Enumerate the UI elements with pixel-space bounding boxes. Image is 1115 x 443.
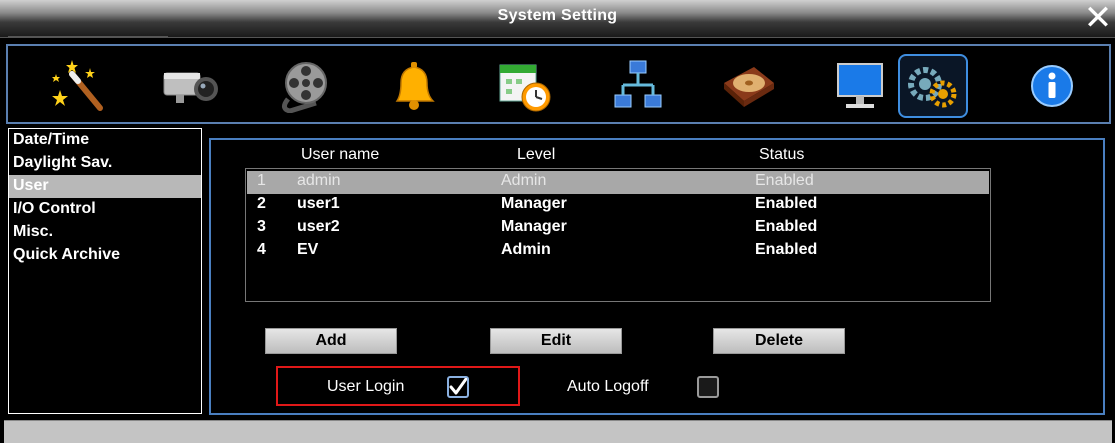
system-settings-icon[interactable] [898, 54, 968, 118]
user-name: user1 [297, 195, 340, 212]
user-row[interactable]: 2 user1 Manager Enabled [247, 194, 989, 217]
sidebar-item-io-control[interactable]: I/O Control [9, 198, 201, 221]
network-icon[interactable] [604, 56, 672, 116]
sidebar-item-date-time[interactable]: Date/Time [9, 129, 201, 152]
window-title: System Setting [497, 7, 618, 24]
column-header-level: Level [517, 146, 556, 163]
sidebar-item-user[interactable]: User [9, 175, 201, 198]
title-bar: System Setting ✕ [0, 0, 1115, 38]
user-name: admin [297, 172, 341, 189]
delete-user-button[interactable]: Delete [713, 328, 845, 354]
user-row[interactable]: 3 user2 Manager Enabled [247, 217, 989, 240]
user-number: 4 [257, 241, 266, 258]
user-status: Enabled [755, 218, 818, 235]
sidebar-item-daylight-saving[interactable]: Daylight Sav. [9, 152, 201, 175]
close-icon[interactable]: ✕ [1081, 0, 1115, 38]
add-user-button[interactable]: Add [265, 328, 397, 354]
magic-wand-icon[interactable] [44, 56, 112, 116]
schedule-icon[interactable] [492, 56, 560, 116]
user-login-label: User Login [327, 378, 405, 395]
info-icon[interactable] [1018, 56, 1086, 116]
column-header-status: Status [759, 146, 805, 163]
user-level: Manager [501, 218, 567, 235]
user-settings-panel: User name Level Status 1 admin Admin Ena… [209, 138, 1105, 415]
monitor-icon[interactable] [826, 56, 894, 116]
film-reel-icon[interactable] [270, 56, 338, 116]
user-row[interactable]: 4 EV Admin Enabled [247, 240, 989, 263]
user-level: Manager [501, 195, 567, 212]
user-status: Enabled [755, 241, 818, 258]
user-number: 3 [257, 218, 266, 235]
title-bar-accent [8, 36, 168, 38]
checkmark-icon [449, 377, 468, 395]
settings-sidebar: Date/Time Daylight Sav. User I/O Control… [8, 128, 202, 414]
auto-logoff-checkbox[interactable] [697, 376, 719, 398]
sidebar-item-quick-archive[interactable]: Quick Archive [9, 244, 201, 267]
edit-user-button[interactable]: Edit [490, 328, 622, 354]
user-name: EV [297, 241, 319, 258]
status-bar [4, 420, 1112, 443]
user-row[interactable]: 1 admin Admin Enabled [247, 171, 989, 194]
category-toolbar [6, 44, 1111, 124]
user-list[interactable]: 1 admin Admin Enabled 2 user1 Manager En… [245, 168, 991, 302]
user-name: user2 [297, 218, 340, 235]
user-level: Admin [501, 172, 547, 189]
column-header-user-name: User name [301, 146, 380, 163]
bell-icon[interactable] [380, 56, 448, 116]
user-login-checkbox[interactable] [447, 376, 469, 398]
auto-logoff-label: Auto Logoff [567, 378, 649, 395]
user-number: 2 [257, 195, 266, 212]
user-status: Enabled [755, 172, 814, 189]
hard-disk-icon[interactable] [714, 56, 782, 116]
user-level: Admin [501, 241, 551, 258]
user-number: 1 [257, 172, 266, 189]
user-status: Enabled [755, 195, 818, 212]
sidebar-item-misc[interactable]: Misc. [9, 221, 201, 244]
camera-icon[interactable] [156, 56, 224, 116]
